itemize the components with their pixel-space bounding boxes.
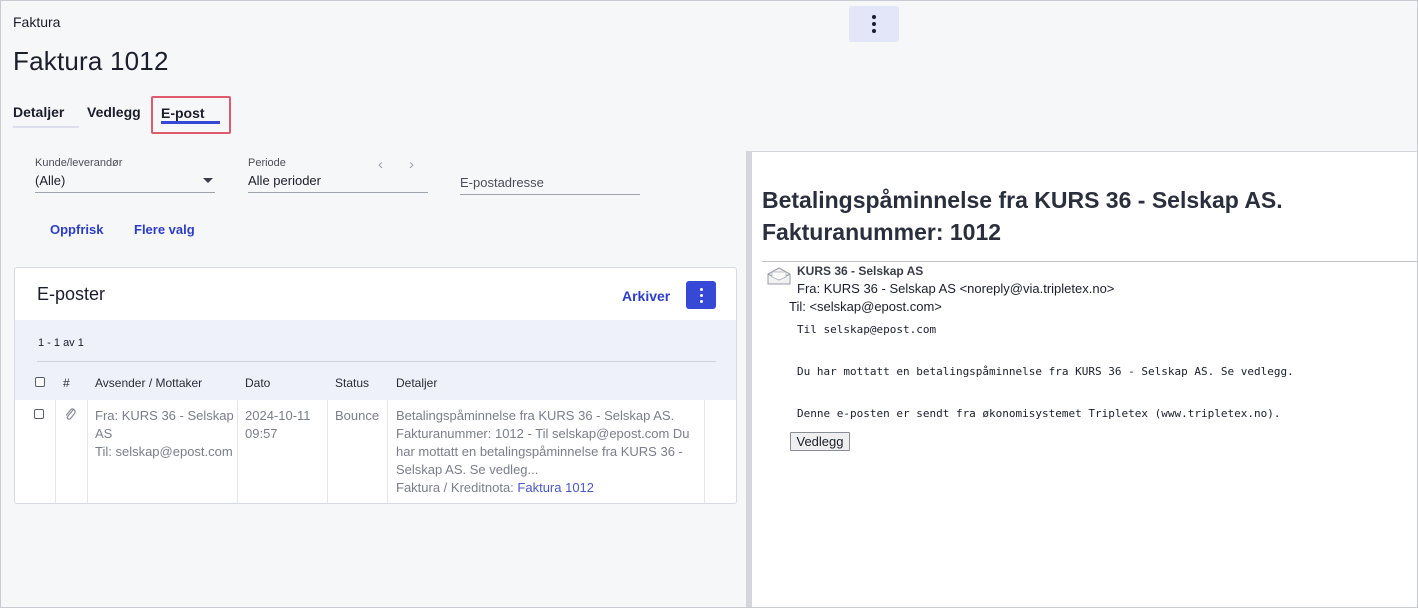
- column-divider: [237, 400, 238, 503]
- recipient-to: Til: selskap@epost.com: [95, 444, 233, 459]
- reference-label: Faktura / Kreditnota:: [396, 480, 514, 495]
- period-label: Periode: [248, 157, 286, 169]
- preview-body-line: Denne e-posten er sendt fra økonomisyste…: [797, 407, 1281, 420]
- divider: [37, 361, 716, 362]
- details-line: Betalingspåminnelse fra KURS 36 - Selska…: [396, 408, 675, 423]
- tab-detaljer[interactable]: Detaljer: [13, 96, 79, 128]
- customer-select[interactable]: Kunde/leverandør (Alle): [35, 157, 215, 193]
- email-preview-pane: Betalingspåminnelse fra KURS 36 - Selska…: [746, 151, 1417, 607]
- chevron-down-icon: [203, 178, 213, 183]
- details-cell: Betalingspåminnelse fra KURS 36 - Selska…: [396, 407, 690, 497]
- field-underline: [35, 192, 215, 193]
- breadcrumb[interactable]: Faktura: [13, 14, 60, 30]
- field-underline: [248, 192, 428, 193]
- archive-button[interactable]: Arkiver: [622, 288, 670, 304]
- chevron-right-icon[interactable]: ›: [409, 156, 414, 173]
- sender-cell: Fra: KURS 36 - Selskap AS Til: selskap@e…: [95, 407, 234, 461]
- tab-label: Detaljer: [13, 104, 65, 120]
- row-checkbox[interactable]: [34, 409, 44, 419]
- sender-from: Fra: KURS 36 - Selskap: [95, 408, 234, 423]
- details-line: har mottatt en betalingspåminnelse fra K…: [396, 444, 683, 459]
- page-title: Faktura 1012: [13, 46, 169, 76]
- preview-body-line: Du har mottatt en betalingspåminnelse fr…: [797, 365, 1294, 378]
- paperclip-icon: [65, 408, 76, 420]
- customer-value: (Alle): [35, 173, 66, 188]
- details-line: Fakturanummer: 1012 - Til selskap@epost.…: [396, 426, 690, 441]
- customer-label: Kunde/leverandør: [35, 157, 123, 169]
- preview-sender-name: KURS 36 - Selskap AS: [797, 264, 924, 278]
- vertical-dots-icon: [872, 15, 876, 33]
- preview-title: Betalingspåminnelse fra KURS 36 - Selska…: [762, 187, 1283, 245]
- column-header-status[interactable]: Status: [335, 376, 369, 390]
- time-value: 09:57: [245, 426, 278, 441]
- column-divider: [327, 400, 328, 503]
- more-options-button[interactable]: [849, 6, 899, 42]
- preview-body-line: Til selskap@epost.com: [797, 323, 937, 336]
- chevron-left-icon[interactable]: ‹: [378, 156, 383, 173]
- mail-icon: [767, 267, 791, 285]
- select-all-checkbox[interactable]: [35, 377, 45, 387]
- tab-vedlegg[interactable]: Vedlegg: [87, 96, 143, 128]
- tab-label: Vedlegg: [87, 104, 141, 120]
- date-cell: 2024-10-11 09:57: [245, 407, 311, 443]
- card-title: E-poster: [37, 284, 106, 304]
- details-line: Selskap AS. Se vedleg...: [396, 462, 539, 477]
- pagination-count: 1 - 1 av 1: [38, 337, 84, 349]
- status-cell: Bounce: [335, 408, 380, 423]
- card-more-button[interactable]: [686, 281, 716, 309]
- column-divider: [55, 400, 56, 503]
- invoice-link[interactable]: Faktura 1012: [517, 480, 594, 495]
- tab-underline: [13, 126, 79, 128]
- refresh-button[interactable]: Oppfrisk: [50, 222, 103, 237]
- email-placeholder: E-postadresse: [460, 175, 544, 190]
- attachment-button[interactable]: Vedlegg: [790, 432, 850, 451]
- table-header-area: 1 - 1 av 1 # Avsender / Mottaker Dato St…: [15, 320, 736, 400]
- sender-from-cont: AS: [95, 426, 113, 441]
- column-header-number[interactable]: #: [63, 376, 70, 390]
- date-value: 2024-10-11: [245, 408, 311, 423]
- column-divider: [704, 400, 705, 503]
- period-value: Alle perioder: [248, 173, 321, 188]
- vertical-dots-icon: [699, 287, 703, 303]
- tab-active-underline: [161, 121, 220, 124]
- emails-card: E-poster Arkiver 1 - 1 av 1 # Avsender /…: [14, 267, 737, 504]
- table-row[interactable]: Fra: KURS 36 - Selskap AS Til: selskap@e…: [15, 400, 736, 503]
- details-reference: Faktura / Kreditnota: Faktura 1012: [396, 479, 690, 497]
- column-header-details[interactable]: Detaljer: [396, 376, 437, 390]
- preview-to: Til: <selskap@epost.com>: [789, 299, 942, 314]
- field-underline: [460, 194, 640, 195]
- column-divider: [87, 400, 88, 503]
- tab-e-post[interactable]: E-post: [151, 96, 231, 134]
- column-divider: [387, 400, 388, 503]
- column-header-sender[interactable]: Avsender / Mottaker: [95, 376, 202, 390]
- column-header-date[interactable]: Dato: [245, 376, 270, 390]
- period-select[interactable]: Periode Alle perioder: [248, 157, 428, 193]
- tab-label: E-post: [161, 105, 205, 121]
- email-field[interactable]: E-postadresse: [460, 157, 640, 195]
- divider: [762, 261, 1417, 262]
- preview-from: Fra: KURS 36 - Selskap AS <noreply@via.t…: [797, 281, 1115, 296]
- more-options-link[interactable]: Flere valg: [134, 222, 195, 237]
